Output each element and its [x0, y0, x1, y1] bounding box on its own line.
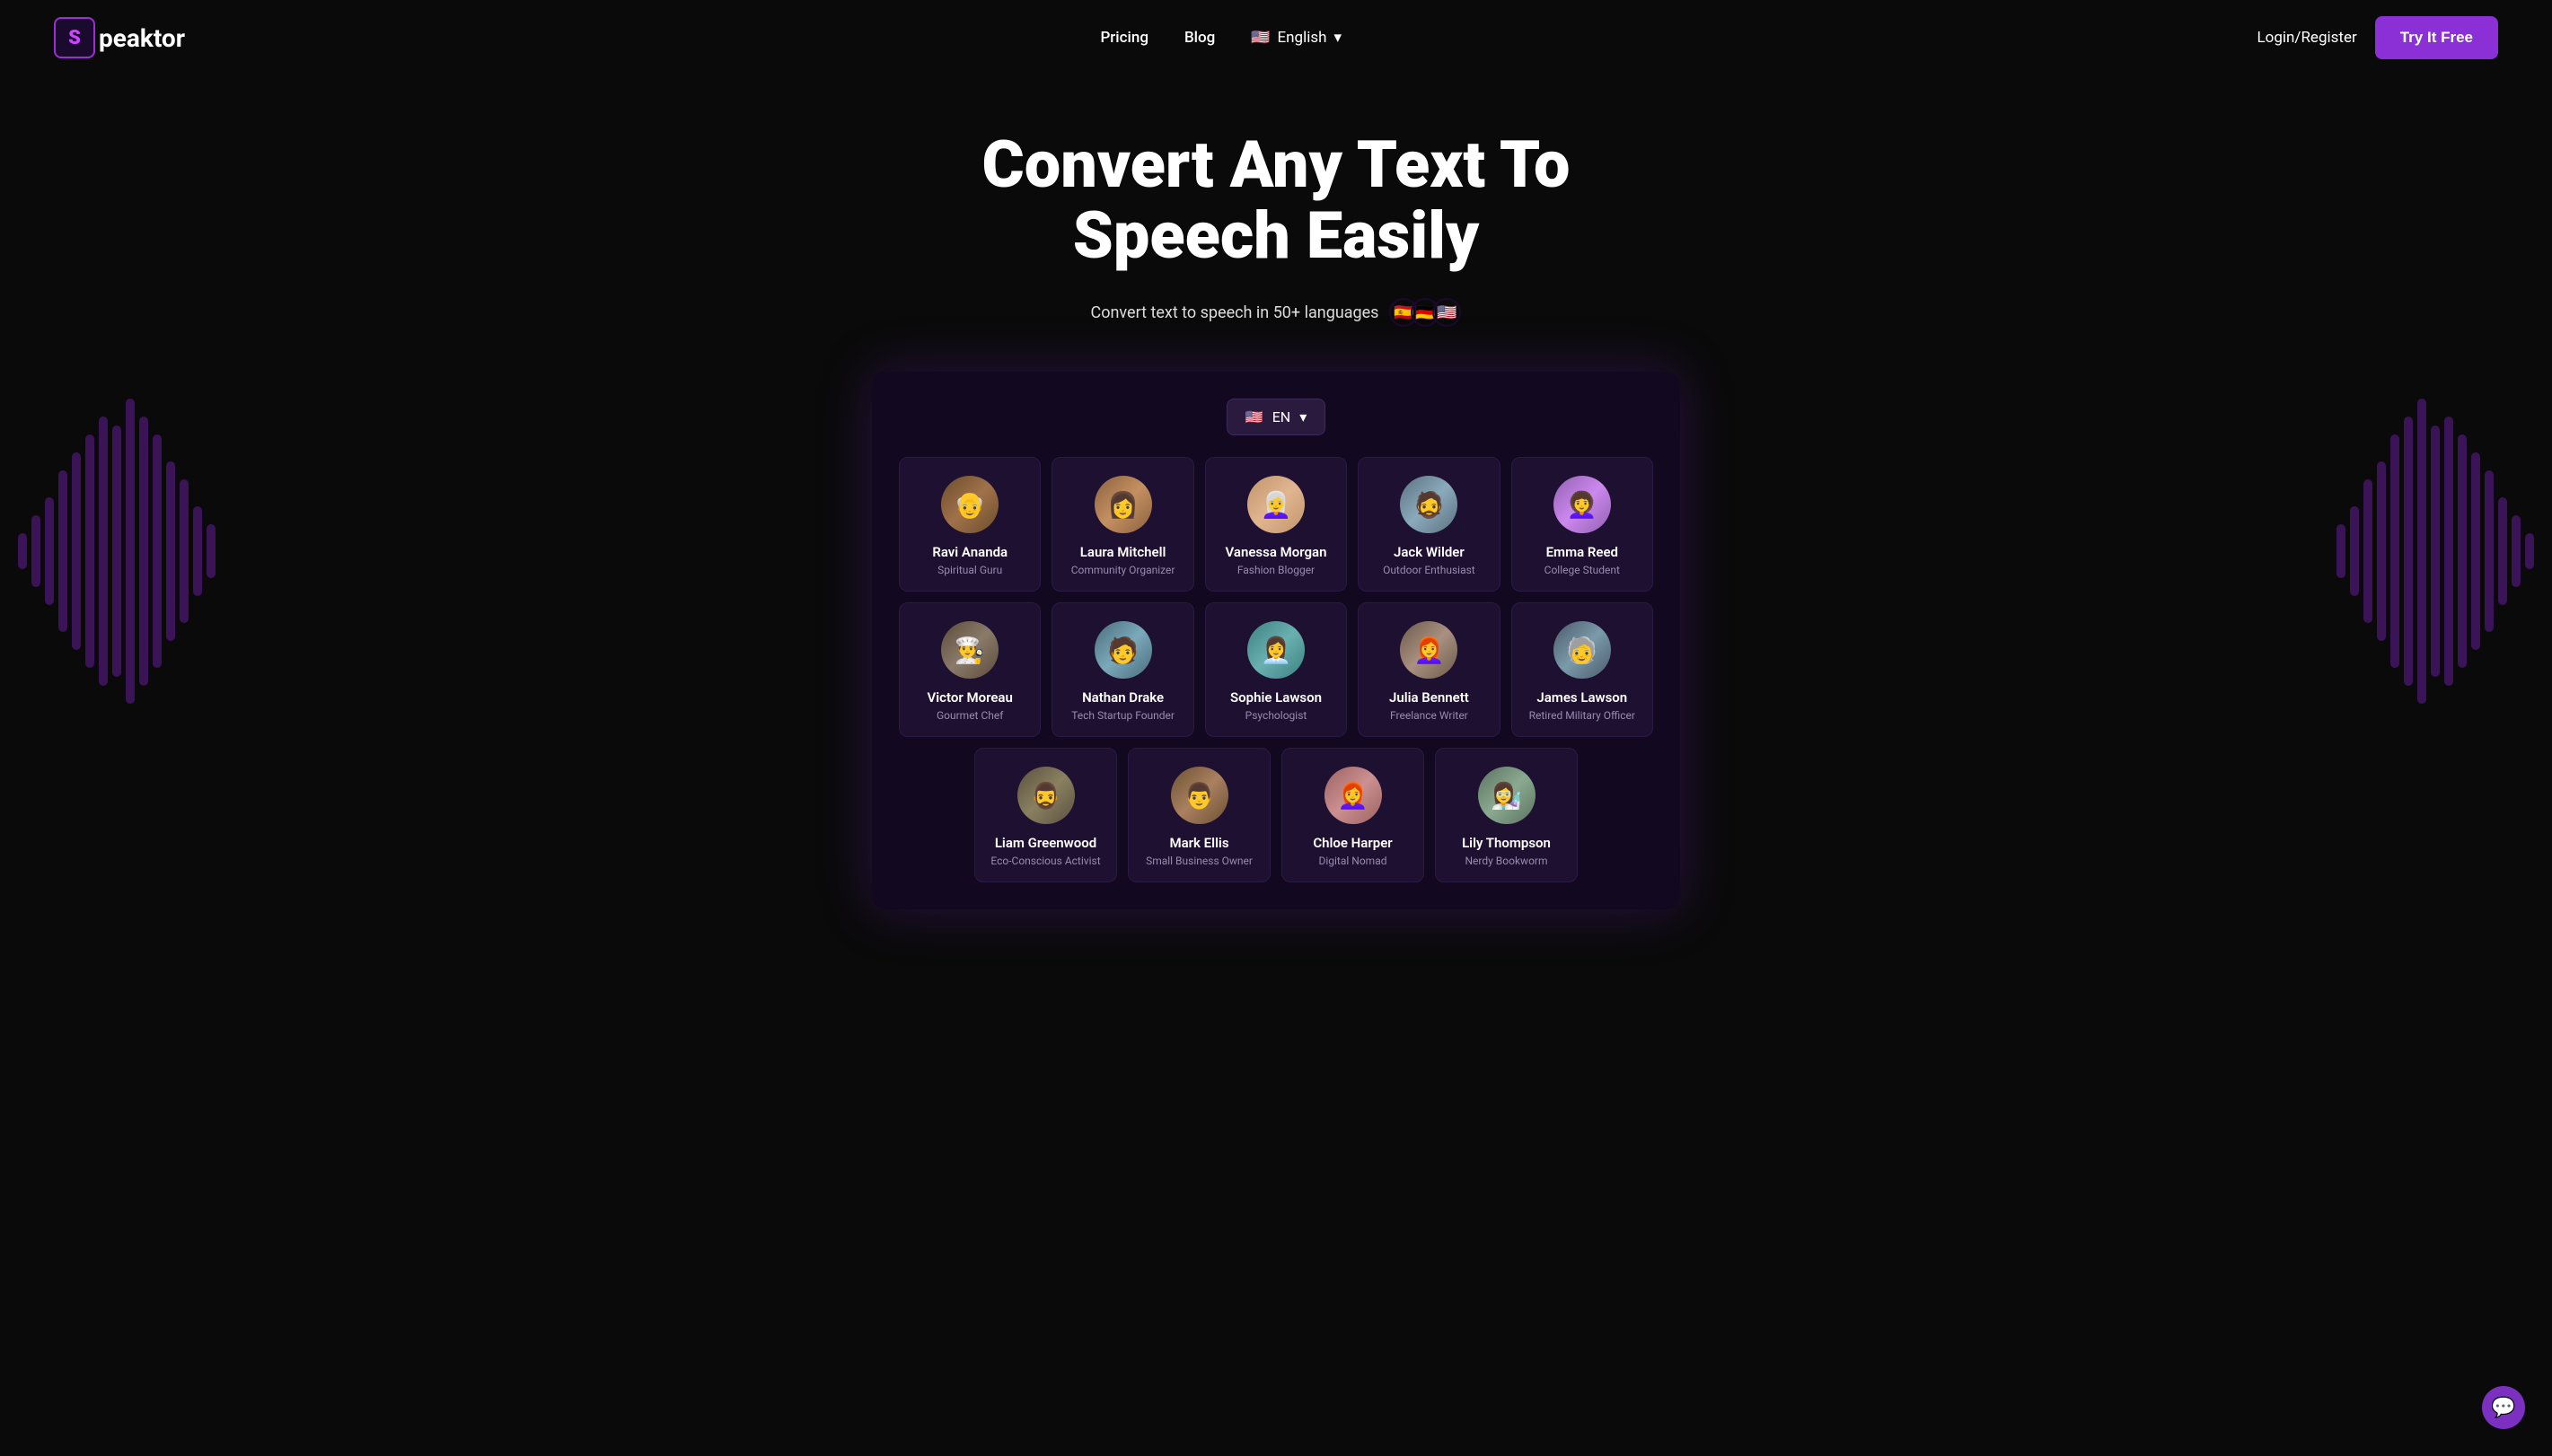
voice-avatar-laura: 👩: [1095, 476, 1152, 533]
voice-grid-row2: 👨‍🍳 Victor Moreau Gourmet Chef 🧑 Nathan …: [899, 602, 1653, 737]
hero-subtitle: Convert text to speech in 50+ languages …: [18, 298, 2534, 327]
voice-role-mark: Small Business Owner: [1140, 855, 1259, 867]
voice-avatar-nathan: 🧑: [1095, 621, 1152, 679]
flag-us: 🇺🇸: [1432, 298, 1461, 327]
voice-avatar-chloe: 👩‍🦰: [1324, 767, 1382, 824]
voice-card-julia[interactable]: 👩‍🦰 Julia Bennett Freelance Writer: [1358, 602, 1500, 737]
voice-name-julia: Julia Bennett: [1369, 689, 1488, 706]
app-window: 🇺🇸 EN ▾ 👴 Ravi Ananda Spiritual Guru 👩 L…: [872, 372, 1680, 909]
voice-card-emma[interactable]: 👩‍🦱 Emma Reed College Student: [1511, 457, 1653, 592]
logo-icon: S: [54, 17, 95, 58]
voice-role-sophie: Psychologist: [1217, 709, 1335, 722]
language-label: English: [1277, 29, 1326, 47]
voice-card-laura[interactable]: 👩 Laura Mitchell Community Organizer: [1052, 457, 1193, 592]
chat-icon: 💬: [2491, 1397, 2515, 1419]
voice-card-jack[interactable]: 🧔 Jack Wilder Outdoor Enthusiast: [1358, 457, 1500, 592]
flags-stack: 🇪🇸 🇩🇪 🇺🇸: [1389, 298, 1461, 327]
voice-avatar-jack: 🧔: [1400, 476, 1457, 533]
voice-grid-row3: 🧔‍♂️ Liam Greenwood Eco-Conscious Activi…: [974, 748, 1578, 882]
navbar: S peaktor Pricing Blog 🇺🇸 English ▾ Logi…: [0, 0, 2552, 75]
chevron-down-icon: ▾: [1334, 29, 1342, 47]
nav-pricing[interactable]: Pricing: [1100, 29, 1148, 47]
voice-name-jack: Jack Wilder: [1369, 544, 1488, 560]
voice-card-nathan[interactable]: 🧑 Nathan Drake Tech Startup Founder: [1052, 602, 1193, 737]
voice-role-vanessa: Fashion Blogger: [1217, 564, 1335, 576]
chat-bubble[interactable]: 💬: [2482, 1386, 2525, 1429]
voice-card-mark[interactable]: 👨 Mark Ellis Small Business Owner: [1128, 748, 1271, 882]
waveform-container: 🇺🇸 EN ▾ 👴 Ravi Ananda Spiritual Guru 👩 L…: [18, 372, 2534, 963]
voice-card-sophie[interactable]: 👩‍💼 Sophie Lawson Psychologist: [1205, 602, 1347, 737]
lang-flag-icon: 🇺🇸: [1245, 408, 1263, 425]
voice-role-nathan: Tech Startup Founder: [1063, 709, 1182, 722]
voice-name-james: James Lawson: [1523, 689, 1641, 706]
voice-role-julia: Freelance Writer: [1369, 709, 1488, 722]
logo[interactable]: S peaktor: [54, 17, 185, 58]
voice-grid-row1: 👴 Ravi Ananda Spiritual Guru 👩 Laura Mit…: [899, 457, 1653, 592]
voice-name-emma: Emma Reed: [1523, 544, 1641, 560]
nav-language[interactable]: 🇺🇸 English ▾: [1251, 29, 1342, 47]
login-register-link[interactable]: Login/Register: [2257, 29, 2357, 47]
voice-role-chloe: Digital Nomad: [1293, 855, 1412, 867]
voice-name-victor: Victor Moreau: [911, 689, 1029, 706]
voice-role-lily: Nerdy Bookworm: [1447, 855, 1566, 867]
try-free-button[interactable]: Try It Free: [2375, 16, 2498, 59]
voice-card-victor[interactable]: 👨‍🍳 Victor Moreau Gourmet Chef: [899, 602, 1041, 737]
voice-avatar-julia: 👩‍🦰: [1400, 621, 1457, 679]
voice-name-liam: Liam Greenwood: [986, 835, 1105, 851]
voice-role-jack: Outdoor Enthusiast: [1369, 564, 1488, 576]
voice-role-james: Retired Military Officer: [1523, 709, 1641, 722]
subtitle-text: Convert text to speech in 50+ languages: [1091, 303, 1379, 322]
voice-name-sophie: Sophie Lawson: [1217, 689, 1335, 706]
hero-headline: Convert Any Text To Speech Easily: [872, 129, 1680, 271]
voice-name-mark: Mark Ellis: [1140, 835, 1259, 851]
voice-card-liam[interactable]: 🧔‍♂️ Liam Greenwood Eco-Conscious Activi…: [974, 748, 1117, 882]
logo-text: peaktor: [99, 23, 185, 53]
voice-name-nathan: Nathan Drake: [1063, 689, 1182, 706]
voice-avatar-emma: 👩‍🦱: [1553, 476, 1611, 533]
voice-card-ravi[interactable]: 👴 Ravi Ananda Spiritual Guru: [899, 457, 1041, 592]
lang-dropdown[interactable]: 🇺🇸 EN ▾: [1227, 399, 1325, 435]
voice-avatar-sophie: 👩‍💼: [1247, 621, 1305, 679]
lang-chevron-icon: ▾: [1299, 408, 1307, 425]
nav-blog[interactable]: Blog: [1184, 29, 1215, 47]
voice-role-liam: Eco-Conscious Activist: [986, 855, 1105, 867]
voice-name-ravi: Ravi Ananda: [911, 544, 1029, 560]
hero-section: Convert Any Text To Speech Easily Conver…: [0, 75, 2552, 999]
voice-avatar-ravi: 👴: [941, 476, 999, 533]
lang-code: EN: [1272, 408, 1291, 425]
nav-links: Pricing Blog 🇺🇸 English ▾: [1100, 29, 1342, 47]
voice-name-vanessa: Vanessa Morgan: [1217, 544, 1335, 560]
voice-name-chloe: Chloe Harper: [1293, 835, 1412, 851]
voice-card-chloe[interactable]: 👩‍🦰 Chloe Harper Digital Nomad: [1281, 748, 1424, 882]
waveform-left: [18, 372, 216, 731]
language-selector: 🇺🇸 EN ▾: [899, 399, 1653, 435]
voice-card-lily[interactable]: 👩‍🔬 Lily Thompson Nerdy Bookworm: [1435, 748, 1578, 882]
voice-avatar-james: 🧓: [1553, 621, 1611, 679]
voice-avatar-victor: 👨‍🍳: [941, 621, 999, 679]
voice-avatar-lily: 👩‍🔬: [1478, 767, 1536, 824]
voice-card-vanessa[interactable]: 👩‍🦳 Vanessa Morgan Fashion Blogger: [1205, 457, 1347, 592]
voice-role-victor: Gourmet Chef: [911, 709, 1029, 722]
voice-avatar-mark: 👨: [1171, 767, 1228, 824]
voice-role-laura: Community Organizer: [1063, 564, 1182, 576]
waveform-right: [2336, 372, 2534, 731]
voice-name-lily: Lily Thompson: [1447, 835, 1566, 851]
voice-avatar-vanessa: 👩‍🦳: [1247, 476, 1305, 533]
voice-avatar-liam: 🧔‍♂️: [1017, 767, 1075, 824]
nav-cta: Login/Register Try It Free: [2257, 16, 2498, 59]
voice-role-emma: College Student: [1523, 564, 1641, 576]
voice-role-ravi: Spiritual Guru: [911, 564, 1029, 576]
voice-name-laura: Laura Mitchell: [1063, 544, 1182, 560]
flag-icon: 🇺🇸: [1251, 29, 1270, 47]
voice-card-james[interactable]: 🧓 James Lawson Retired Military Officer: [1511, 602, 1653, 737]
